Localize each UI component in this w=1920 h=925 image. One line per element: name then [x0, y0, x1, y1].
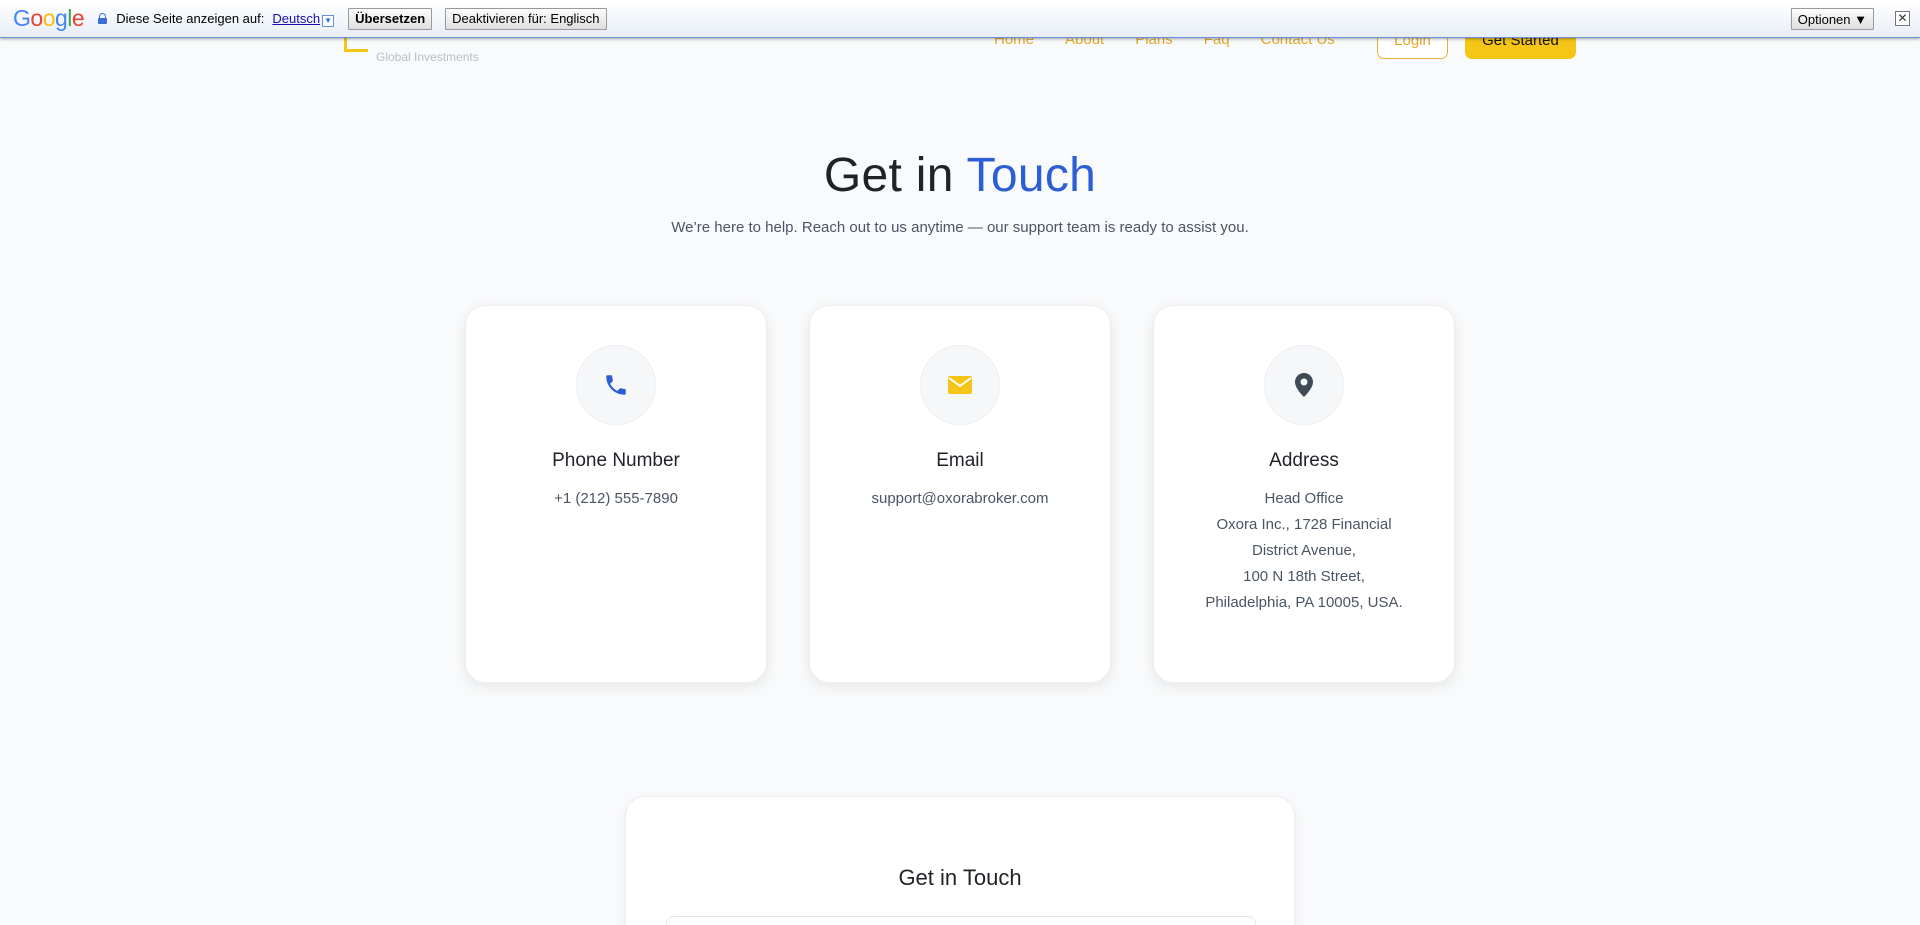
address-line: Philadelphia, PA 10005, USA. [1205, 594, 1403, 611]
address-line: Oxora Inc., 1728 Financial [1216, 516, 1392, 533]
chevron-down-icon: ▼ [322, 14, 335, 27]
phone-number[interactable]: +1 (212) 555-7890 [466, 486, 766, 512]
google-translate-bar: Google Diese Seite anzeigen auf: Deutsch… [0, 0, 1920, 38]
disable-translate-button[interactable]: Deaktivieren für: Englisch [445, 7, 607, 30]
logo-mark-icon[interactable] [344, 38, 368, 52]
card-title: Address [1269, 450, 1339, 471]
brand-tagline: Global Investments [376, 50, 479, 64]
card-body: +1 (212) 555-7890 [466, 486, 766, 512]
card-body: Head Office Oxora Inc., 1728 Financial D… [1154, 486, 1454, 616]
title-accent: Touch [966, 149, 1097, 202]
google-logo: Google [13, 5, 85, 31]
address-line: Head Office [1264, 490, 1344, 507]
phone-icon-badge [576, 345, 656, 425]
translate-button[interactable]: Übersetzen [348, 7, 433, 30]
form-input-field[interactable] [666, 916, 1256, 925]
options-button[interactable]: Optionen ▼ [1790, 8, 1874, 30]
card-title: Email [936, 450, 984, 471]
page-subtitle: We’re here to help. Reach out to us anyt… [671, 219, 1249, 236]
email-address[interactable]: support@oxorabroker.com [810, 486, 1110, 512]
envelope-icon [948, 376, 972, 394]
map-pin-icon [1295, 373, 1313, 397]
address-line: 100 N 18th Street, [1243, 568, 1365, 585]
address-line: District Avenue, [1252, 542, 1356, 559]
card-title: Phone Number [552, 450, 680, 471]
language-label: Deutsch [272, 10, 321, 26]
close-icon[interactable]: ✕ [1895, 11, 1910, 26]
email-card: Email support@oxorabroker.com [809, 305, 1111, 683]
translate-prompt: Diese Seite anzeigen auf: [116, 11, 265, 26]
address-icon-badge [1264, 345, 1344, 425]
address-card: Address Head Office Oxora Inc., 1728 Fin… [1153, 305, 1455, 683]
phone-icon [606, 375, 626, 395]
email-icon-badge [920, 345, 1000, 425]
lock-icon [98, 13, 108, 24]
title-prefix: Get in [823, 149, 954, 202]
page-title: Get in Touch [0, 148, 1920, 203]
contact-form-card: Get in Touch [625, 796, 1295, 925]
form-title: Get in Touch [898, 865, 1022, 890]
phone-card: Phone Number +1 (212) 555-7890 [465, 305, 767, 683]
card-body: support@oxorabroker.com [810, 486, 1110, 512]
language-select[interactable]: Deutsch ▼ [272, 10, 335, 27]
